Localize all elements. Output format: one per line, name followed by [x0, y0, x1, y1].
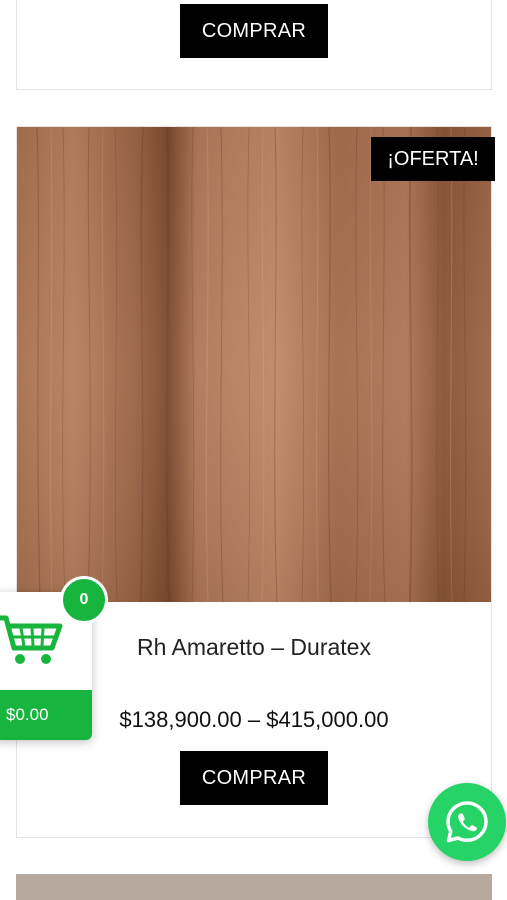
whatsapp-button[interactable]: [428, 783, 506, 861]
product-image[interactable]: [17, 127, 491, 602]
cart-icon: [0, 615, 63, 664]
buy-button-previous[interactable]: COMPRAR: [180, 4, 328, 58]
wood-texture: [17, 127, 491, 602]
sale-badge: ¡OFERTA!: [371, 137, 495, 181]
floating-cart[interactable]: $0.00 0: [0, 576, 108, 742]
cart-total: $0.00: [0, 690, 92, 740]
whatsapp-icon: [446, 801, 488, 843]
previous-product-card: COMPRAR: [16, 0, 492, 90]
next-product-image[interactable]: [16, 874, 492, 900]
cart-count-badge: 0: [60, 576, 108, 624]
buy-button[interactable]: COMPRAR: [180, 751, 328, 805]
page: COMPRAR ¡OFERTA! Rh Amaretto – Duratex $…: [0, 0, 507, 900]
